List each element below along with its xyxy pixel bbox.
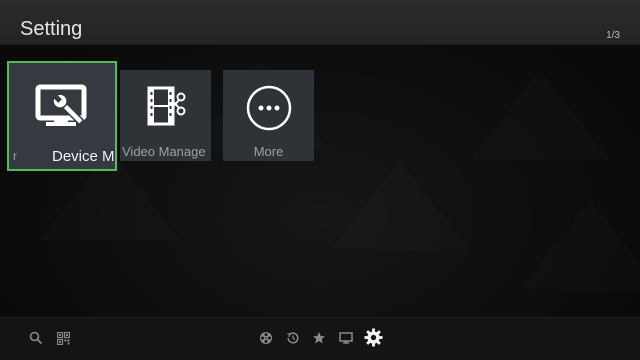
search-icon[interactable] — [27, 329, 45, 347]
page-indicator: 1/3 — [606, 30, 620, 41]
background-decoration — [330, 160, 470, 250]
clipped-label-fragment: r — [13, 149, 17, 163]
more-dots-icon — [223, 83, 314, 133]
monitor-wrench-icon — [9, 83, 115, 131]
star-icon[interactable] — [310, 329, 328, 347]
settings-screen: Setting 1/3 r Device M Video Manage More — [0, 0, 640, 360]
qr-code-icon[interactable] — [54, 329, 72, 347]
background-decoration — [520, 200, 640, 290]
gear-icon[interactable] — [363, 327, 383, 347]
tile-device-manager[interactable]: r Device M — [7, 61, 117, 171]
tile-video-manager[interactable]: Video Manage — [120, 70, 211, 161]
background-decoration — [470, 70, 610, 160]
film-scissors-icon — [120, 84, 211, 128]
film-reel-icon[interactable] — [257, 329, 275, 347]
tile-label: Video Manage — [122, 144, 206, 159]
monitor-icon[interactable] — [337, 329, 355, 347]
tile-more[interactable]: More — [223, 70, 314, 161]
bottom-toolbar — [0, 317, 640, 360]
header-bar: Setting 1/3 — [0, 0, 640, 45]
page-title: Setting — [20, 18, 83, 40]
tile-label: Device M — [52, 148, 115, 165]
history-icon[interactable] — [284, 329, 302, 347]
tile-label: More — [253, 144, 284, 159]
